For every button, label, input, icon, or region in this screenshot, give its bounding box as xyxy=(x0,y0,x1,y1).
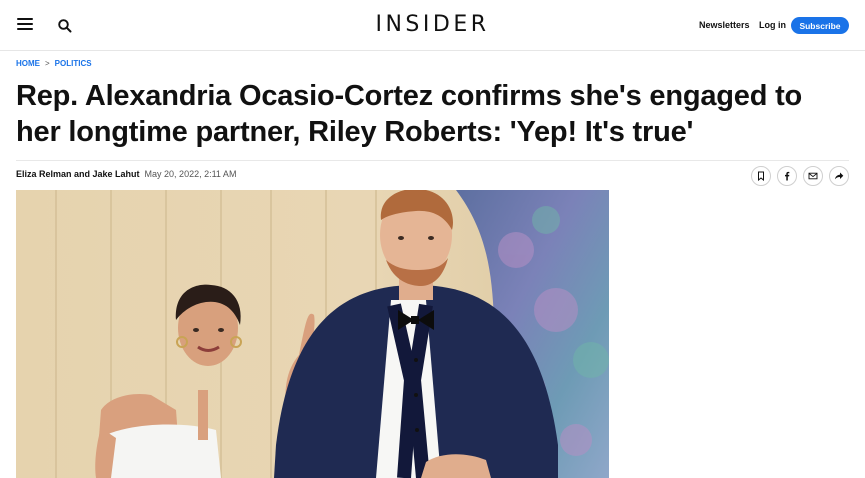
breadcrumb: HOME > POLITICS xyxy=(16,59,92,68)
article-headline: Rep. Alexandria Ocasio-Cortez confirms s… xyxy=(16,80,803,148)
top-navigation-bar: INSIDER Newsletters Log in Subscribe xyxy=(0,0,865,51)
subscribe-button[interactable]: Subscribe xyxy=(791,17,849,34)
breadcrumb-politics[interactable]: POLITICS xyxy=(55,59,92,68)
breadcrumb-separator: > xyxy=(45,59,50,68)
hero-photo xyxy=(16,190,609,478)
facebook-icon[interactable] xyxy=(777,166,797,186)
breadcrumb-home[interactable]: HOME xyxy=(16,59,40,68)
hamburger-menu-icon[interactable] xyxy=(17,17,33,31)
hero-photo-illustration xyxy=(16,190,609,478)
login-link[interactable]: Log in xyxy=(759,20,786,30)
share-arrow-icon[interactable] xyxy=(829,166,849,186)
search-icon[interactable] xyxy=(57,18,73,34)
publish-date: May 20, 2022, 2:11 AM xyxy=(144,169,237,179)
headline-divider xyxy=(16,160,849,161)
article-authors[interactable]: Eliza Relman and Jake Lahut xyxy=(16,169,140,179)
newsletters-link[interactable]: Newsletters xyxy=(699,20,750,30)
byline: Eliza Relman and Jake Lahut May 20, 2022,… xyxy=(16,169,236,179)
bookmark-icon[interactable] xyxy=(751,166,771,186)
email-icon[interactable] xyxy=(803,166,823,186)
